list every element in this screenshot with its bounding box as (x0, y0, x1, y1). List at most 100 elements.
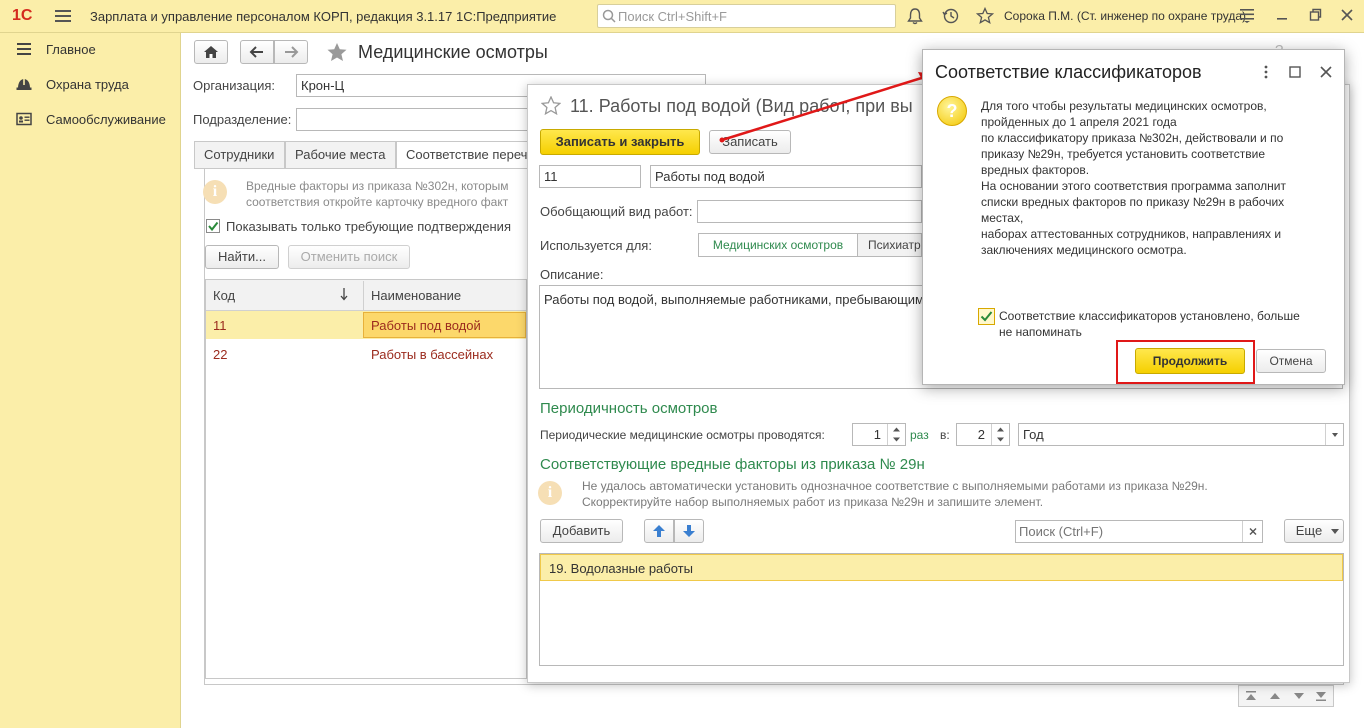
in-label: в: (940, 428, 950, 442)
close-icon[interactable] (1319, 65, 1333, 79)
sidebar-item-main[interactable]: Главное (0, 33, 181, 67)
factors-hint-line2: Скорректируйте набор выполняемых работ и… (582, 495, 1044, 509)
arrow-left-icon (249, 46, 263, 58)
sidebar-item-label: Главное (46, 42, 96, 57)
minimize-icon[interactable] (1275, 7, 1289, 23)
dialog-message: Для того чтобы результаты медицинских ос… (981, 99, 1286, 257)
chevron-down-icon (1331, 529, 1339, 535)
chevron-down-icon[interactable] (1325, 424, 1343, 445)
list-table (205, 279, 527, 679)
info-icon: i (203, 180, 227, 204)
global-search-input[interactable] (618, 7, 888, 25)
factors-title: Соответствующие вредные факторы из прика… (540, 456, 925, 473)
tab-workplaces[interactable]: Рабочие места (285, 141, 396, 169)
period-unit-select[interactable]: Год (1018, 423, 1344, 446)
dialog-title: Соответствие классификаторов (935, 62, 1202, 82)
row-code: 11 (213, 318, 227, 333)
code-field[interactable]: 11 (539, 165, 641, 188)
page-title: Медицинские осмотры (358, 42, 548, 62)
home-button[interactable] (194, 40, 228, 64)
app-logo: 1С (12, 7, 33, 24)
check-icon (980, 311, 993, 322)
show-only-label[interactable]: Показывать только требующие подтверждени… (226, 219, 511, 234)
back-button[interactable] (240, 40, 274, 64)
history-icon[interactable] (942, 7, 960, 25)
times-label: раз (910, 428, 929, 442)
clear-search-icon[interactable] (1242, 521, 1262, 542)
tab-classifier-match[interactable]: Соответствие переч (396, 141, 536, 169)
department-label: Подразделение: (193, 112, 292, 127)
sort-down-icon[interactable] (339, 287, 349, 301)
factors-hint-line1: Не удалось автоматически установить одно… (582, 479, 1208, 493)
move-up-button[interactable] (644, 519, 674, 543)
forward-button[interactable] (274, 40, 308, 64)
cancel-button[interactable]: Отмена (1256, 349, 1326, 373)
tab-employees[interactable]: Сотрудники (194, 141, 285, 169)
helmet-icon (16, 77, 32, 91)
main-menu-icon[interactable] (55, 9, 71, 23)
annotation-highlight-box (1116, 340, 1255, 384)
periodicity-title: Периодичность осмотров (540, 400, 718, 417)
form-star-icon[interactable] (541, 96, 561, 115)
scroll-down-icon[interactable] (1289, 689, 1309, 703)
column-header-code[interactable]: Код (213, 288, 235, 303)
move-down-button[interactable] (674, 519, 704, 543)
settings-menu-icon[interactable] (1239, 7, 1255, 23)
sidebar-item-self-service[interactable]: Самообслуживание (0, 103, 181, 137)
scroll-buttons (1238, 685, 1334, 707)
organization-label: Организация: (193, 78, 276, 93)
sidebar-item-labor-safety[interactable]: Охрана труда (0, 68, 181, 102)
used-for-label: Используется для: (540, 238, 652, 253)
bell-icon[interactable] (906, 7, 924, 25)
top-bar: 1С Зарплата и управление персоналом КОРП… (0, 0, 1364, 33)
info-text-line1: Вредные факторы из приказа №302н, которы… (246, 179, 509, 193)
description-label: Описание: (540, 267, 604, 282)
scroll-bottom-icon[interactable] (1311, 689, 1331, 703)
show-only-checkbox[interactable] (206, 219, 220, 233)
annotation-arrow (719, 72, 934, 143)
dont-remind-checkbox[interactable] (978, 308, 995, 325)
maximize-icon[interactable] (1289, 66, 1301, 78)
question-icon: ? (937, 96, 967, 126)
factors-search[interactable] (1015, 520, 1263, 543)
find-button[interactable]: Найти... (205, 245, 279, 269)
dont-remind-label-line2[interactable]: не напоминать (999, 324, 1082, 340)
times-stepper[interactable] (887, 424, 904, 445)
cancel-search-button[interactable]: Отменить поиск (288, 245, 410, 269)
app-title: Зарплата и управление персоналом КОРП, р… (90, 9, 557, 24)
close-app-icon[interactable] (1340, 7, 1354, 23)
row-code: 22 (213, 347, 228, 362)
row-name: Работы под водой (371, 318, 481, 333)
add-button[interactable]: Добавить (540, 519, 623, 543)
info-icon: i (538, 481, 562, 505)
classifier-match-dialog: Соответствие классификаторов ? Для того … (922, 49, 1345, 385)
generic-work-label: Обобщающий вид работ: (540, 204, 693, 219)
arrow-right-icon (285, 46, 299, 58)
used-for-psychiatric-tab[interactable]: Психиатр (858, 233, 922, 257)
home-icon (204, 46, 218, 58)
scroll-up-icon[interactable] (1265, 689, 1285, 703)
favorite-star-icon[interactable] (326, 42, 348, 62)
save-and-close-button[interactable]: Записать и закрыть (540, 129, 700, 155)
sidebar: Главное Охрана труда Самообслуживание (0, 33, 181, 728)
generic-work-field[interactable] (697, 200, 922, 223)
favorites-star-icon[interactable] (976, 7, 994, 25)
factors-search-input[interactable] (1019, 523, 1229, 540)
dont-remind-label-line1[interactable]: Соответствие классификаторов установлено… (999, 308, 1300, 324)
current-user[interactable]: Сорока П.М. (Ст. инженер по охране труда… (1004, 9, 1246, 23)
row-name: Работы в бассейнах (371, 347, 494, 362)
periodicity-label: Периодические медицинские осмотры провод… (540, 428, 825, 442)
more-options-icon[interactable] (1263, 65, 1269, 79)
period-count-stepper[interactable] (991, 424, 1008, 445)
scroll-top-icon[interactable] (1241, 689, 1261, 703)
column-header-name[interactable]: Наименование (371, 288, 461, 303)
factor-name: 19. Водолазные работы (549, 561, 693, 576)
id-card-icon (16, 112, 32, 126)
global-search[interactable] (597, 4, 896, 28)
info-text-line2: соответствия откройте карточку вредного … (246, 195, 509, 209)
restore-window-icon[interactable] (1308, 7, 1322, 23)
arrow-down-icon (683, 525, 695, 537)
used-for-medical-tab[interactable]: Медицинских осмотров (698, 233, 858, 257)
name-field[interactable]: Работы под водой (650, 165, 922, 188)
sidebar-item-label: Охрана труда (46, 77, 129, 92)
